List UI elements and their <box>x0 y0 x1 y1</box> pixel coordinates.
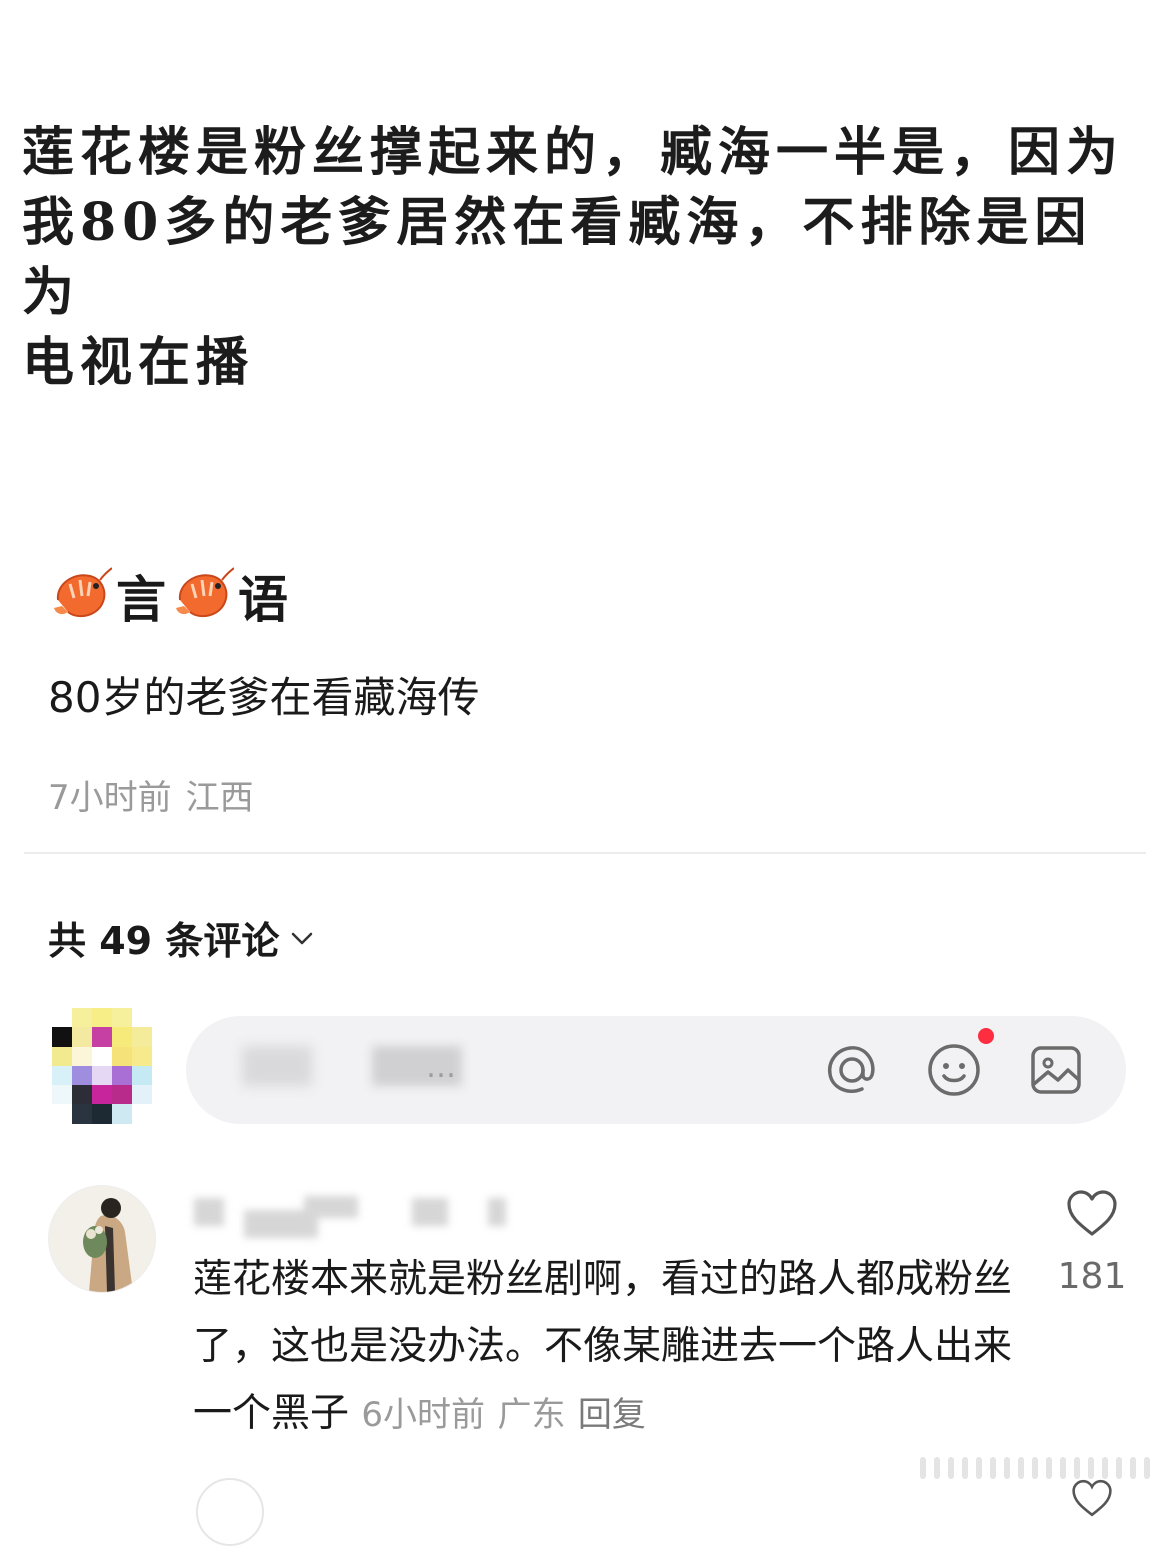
comment-body: 莲花楼本来就是粉丝剧啊，看过的路人都成粉丝了，这也是没办法。不像某雕进去一个路人… <box>193 1246 1023 1449</box>
post-text: 80岁的老爹在看藏海传 <box>48 673 480 722</box>
like-button[interactable] <box>1062 1188 1122 1242</box>
divider <box>24 852 1146 854</box>
comment-location: 广东 <box>497 1395 566 1435</box>
next-commenter-avatar[interactable] <box>196 1478 264 1546</box>
commenter-name-blur <box>304 1196 358 1218</box>
quote-line: 我80多的老爹居然在看臧海，不排除是因为 <box>22 192 1093 323</box>
input-placeholder-blur <box>242 1046 312 1086</box>
post-time: 7小时前 <box>48 778 172 818</box>
input-placeholder: … <box>426 1050 456 1085</box>
watermark-stripes <box>920 1457 1150 1479</box>
commenter-name-blur <box>488 1198 506 1226</box>
post-meta: 7小时前 江西 <box>48 770 254 819</box>
comment-sort-toggle[interactable]: 共 49 条评论 <box>48 910 317 965</box>
author-name-char: 语 <box>238 571 288 629</box>
image-icon <box>1031 1046 1081 1094</box>
quote-image-text: 莲花楼是粉丝撑起来的，臧海一半是，因为 我80多的老爹居然在看臧海，不排除是因为… <box>22 118 1132 398</box>
emoji-button[interactable] <box>924 1040 984 1100</box>
heart-icon[interactable] <box>1066 1478 1118 1518</box>
image-button[interactable] <box>1026 1040 1086 1100</box>
commenter-avatar[interactable] <box>48 1185 156 1293</box>
reply-button[interactable]: 回复 <box>578 1395 646 1435</box>
comment-time: 6小时前 <box>361 1395 486 1435</box>
quote-line: 莲花楼是粉丝撑起来的，臧海一半是，因为 <box>22 122 1125 183</box>
shrimp-icon <box>54 567 112 618</box>
author-name-char: 言 <box>116 571 166 629</box>
commenter-name-blur <box>412 1198 448 1226</box>
post-location: 江西 <box>185 778 254 818</box>
comment-input[interactable]: … <box>186 1016 1126 1124</box>
quote-line: 电视在播 <box>22 332 255 393</box>
at-icon <box>827 1046 875 1093</box>
avatar-photo <box>49 1186 155 1292</box>
comment-count: 共 49 条评论 <box>48 919 280 963</box>
smiley-icon <box>928 1044 980 1096</box>
post-author[interactable]: 言 语 <box>48 560 288 632</box>
my-avatar[interactable] <box>52 1008 152 1124</box>
shrimp-icon <box>176 567 234 618</box>
like-count: 181 <box>1057 1256 1127 1297</box>
heart-icon <box>1067 1190 1117 1236</box>
mention-button[interactable] <box>822 1040 882 1100</box>
chevron-down-icon <box>292 932 313 944</box>
commenter-name-blur <box>194 1198 224 1226</box>
notification-dot <box>978 1028 994 1044</box>
